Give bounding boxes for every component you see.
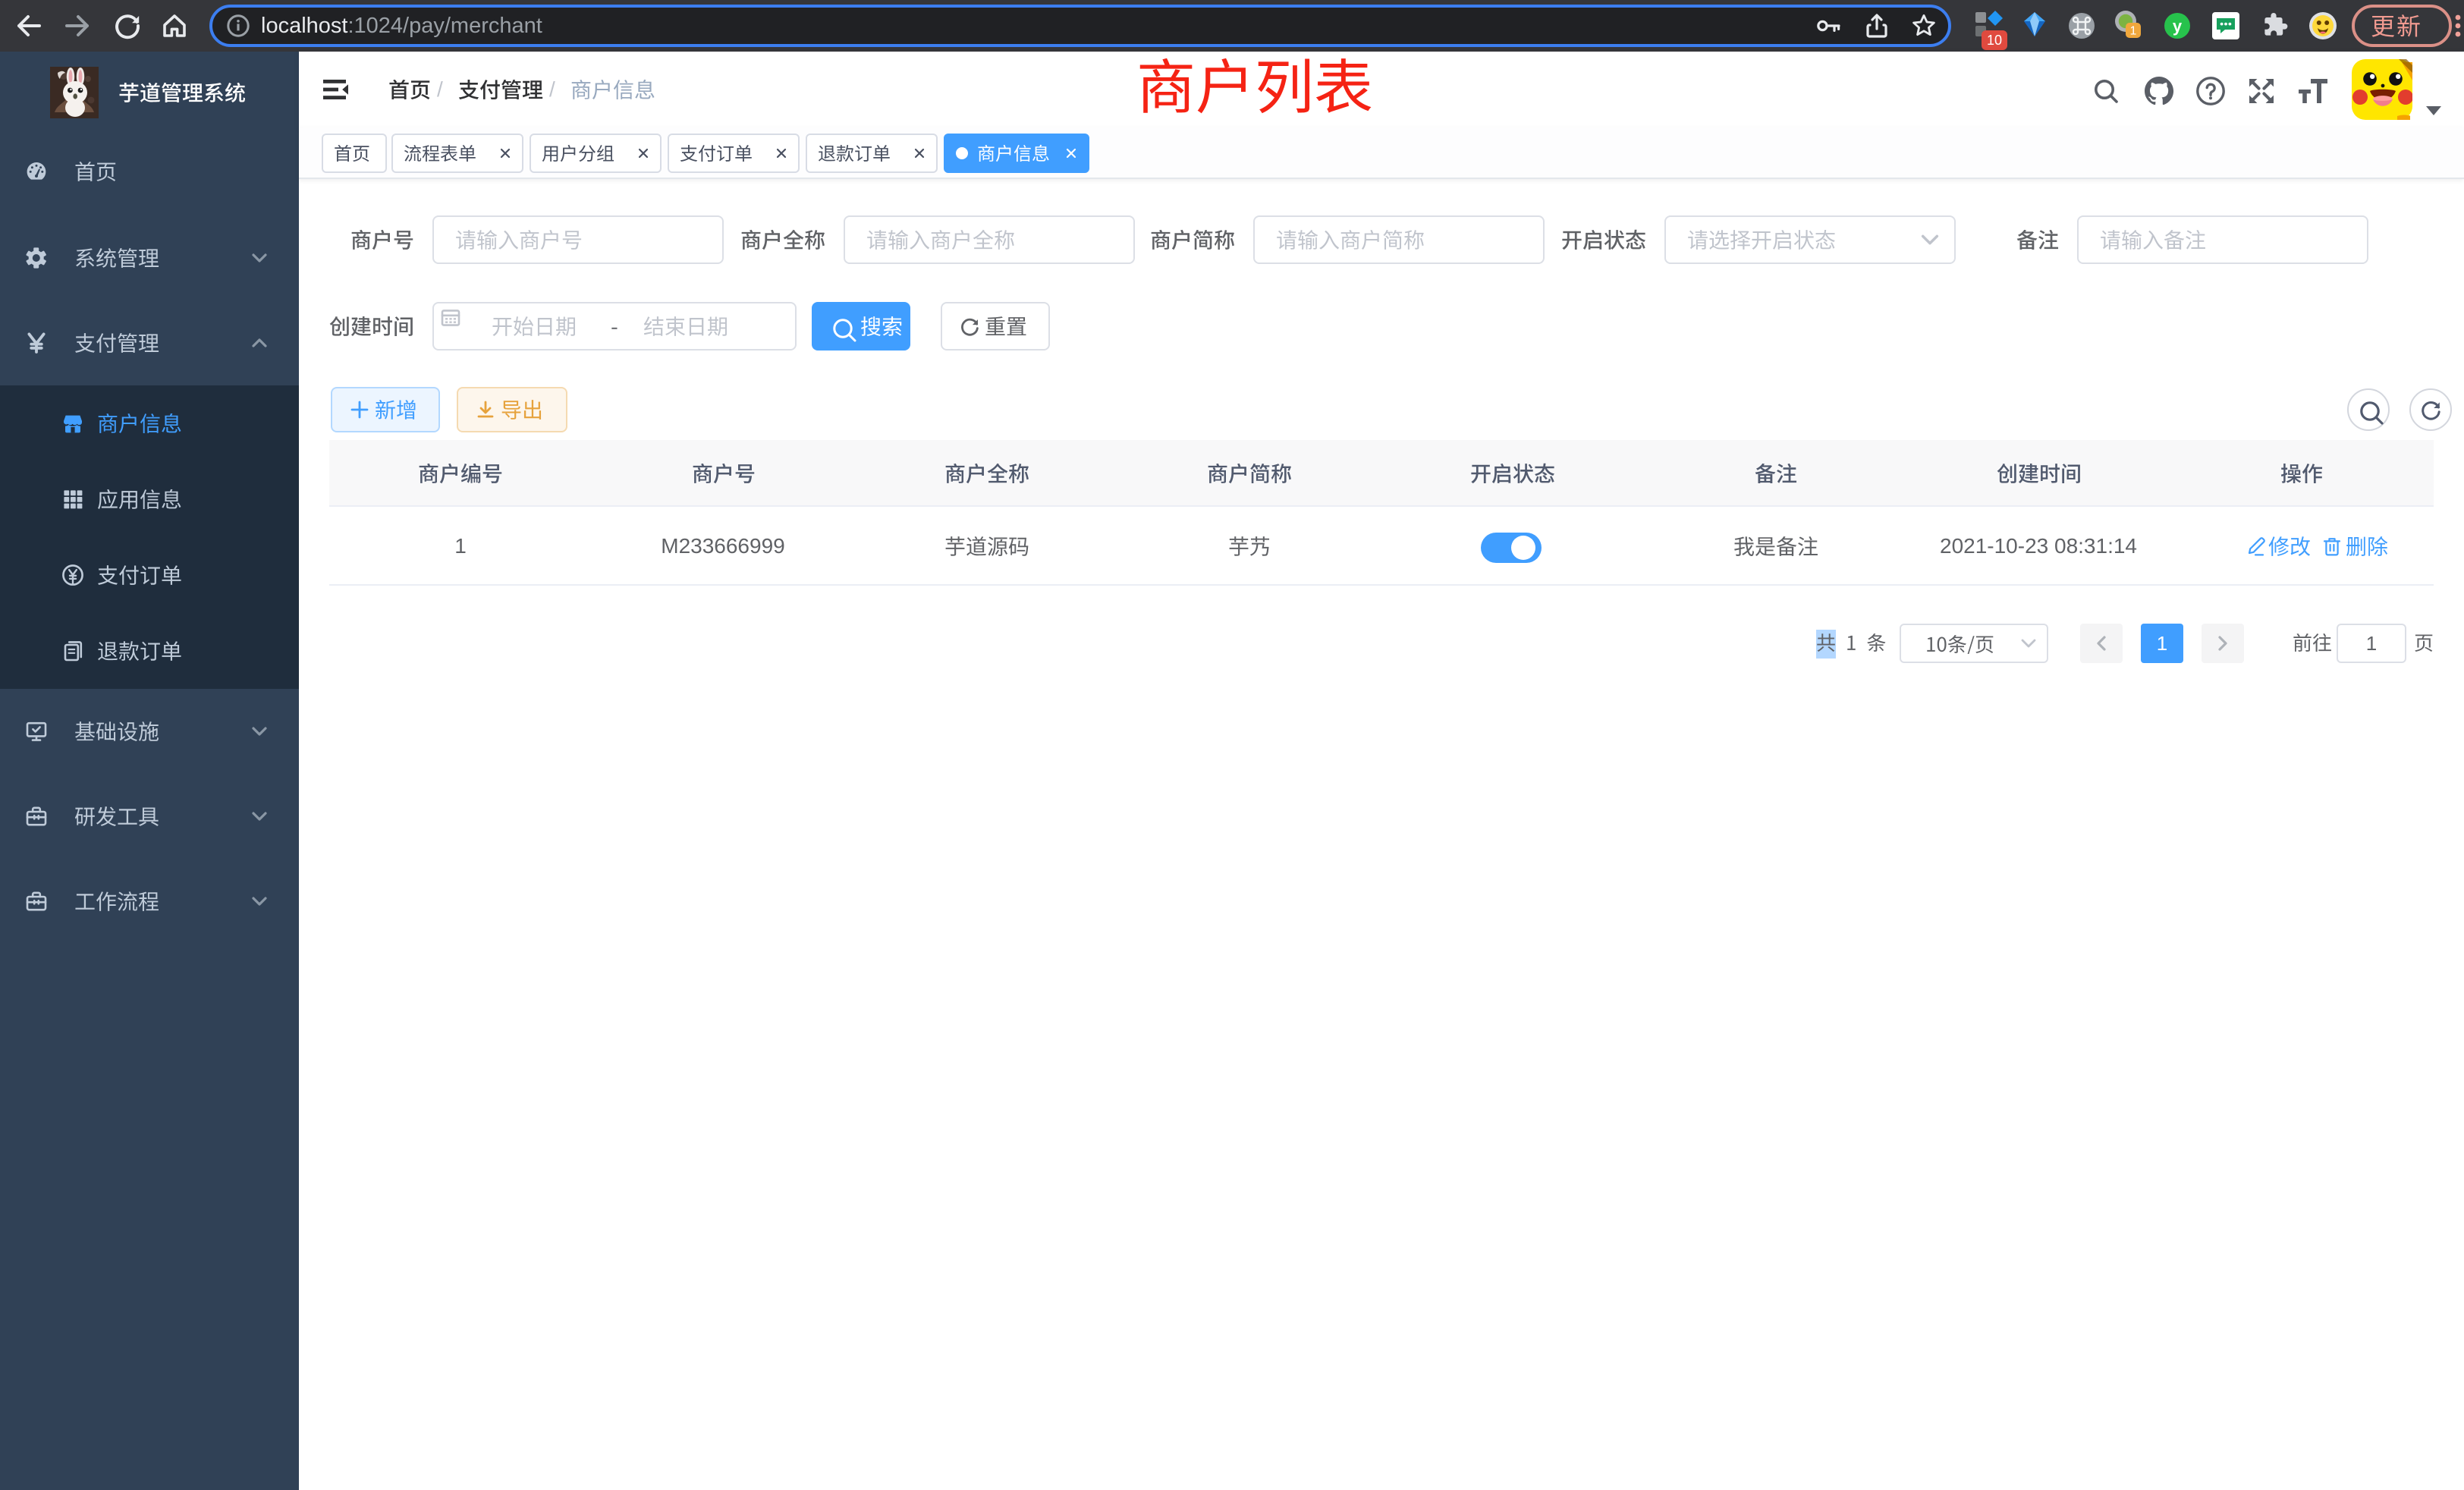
- svg-text:1: 1: [2130, 25, 2137, 38]
- svg-text:y: y: [2173, 17, 2183, 36]
